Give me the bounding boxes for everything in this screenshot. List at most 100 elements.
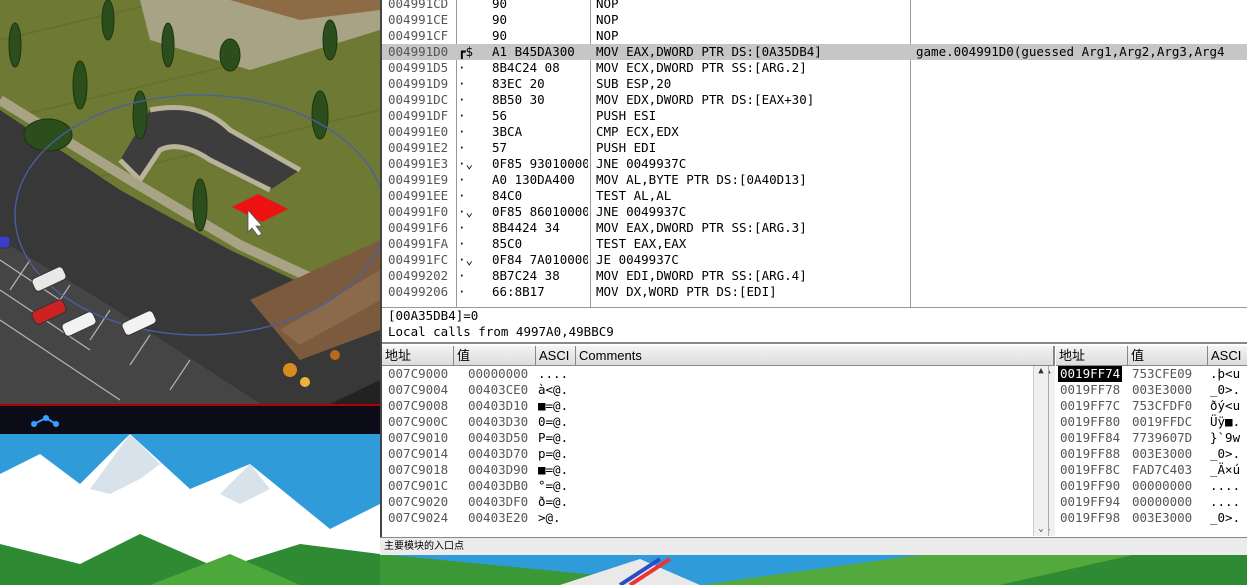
stack-address: 0019FF78 xyxy=(1060,382,1121,397)
disasm-row[interactable]: 004991CE 90 NOP xyxy=(382,12,1247,28)
disasm-hex: 90 xyxy=(492,12,508,27)
disasm-address: 00499206 xyxy=(388,284,449,299)
disasm-hex: 0F85 93010000 xyxy=(492,156,588,171)
stack-address: 0019FF84 xyxy=(1060,430,1121,445)
dump-row[interactable]: 007C901C 00403DB0 °=@. xyxy=(382,478,1054,494)
disasm-marker: · xyxy=(458,92,466,107)
stack-row[interactable]: 0019FF78 003E3000 _0>. xyxy=(1056,382,1247,398)
disasm-instruction: PUSH ESI xyxy=(596,108,657,123)
dump-row[interactable]: 007C9008 00403D10 ■=@. xyxy=(382,398,1054,414)
disasm-row[interactable]: 00499206 · 66:8B17 MOV DX,WORD PTR DS:[EDI] xyxy=(382,284,1247,300)
stack-row[interactable]: 0019FF88 003E3000 _0>. xyxy=(1056,446,1247,462)
dump-row[interactable]: 007C9020 00403DF0 ð=@. xyxy=(382,494,1054,510)
stack-row[interactable]: 0019FF8C FAD7C403 _Ä×ú xyxy=(1056,462,1247,478)
dump-header-comments[interactable]: Comments xyxy=(576,346,1054,366)
dump-ascii: >@. xyxy=(538,510,561,525)
disasm-instruction: MOV EDI,DWORD PTR SS:[ARG.4] xyxy=(596,268,807,283)
stack-ascii: _0>. xyxy=(1210,510,1241,525)
stack-address: 0019FF7C xyxy=(1060,398,1121,413)
dump-ascii: .... xyxy=(538,366,569,381)
disasm-marker: ·⌄ xyxy=(458,252,474,267)
dump-ascii: 0=@. xyxy=(538,414,569,429)
disasm-marker: · xyxy=(458,284,466,299)
stack-header-address[interactable]: 地址 xyxy=(1056,346,1128,366)
disasm-instruction: MOV AL,BYTE PTR DS:[0A40D13] xyxy=(596,172,807,187)
dump-row[interactable]: 007C9018 00403D90 ■=@. xyxy=(382,462,1054,478)
disasm-hex: 0F84 7A010000 xyxy=(492,252,588,267)
stack-row[interactable]: 0019FF80 0019FFDC Üÿ■. xyxy=(1056,414,1247,430)
stack-value: FAD7C403 xyxy=(1132,462,1193,477)
disasm-row[interactable]: 004991DC · 8B50 30 MOV EDX,DWORD PTR DS:[EA… xyxy=(382,92,1247,108)
disasm-row[interactable]: 004991E0 · 3BCA CMP ECX,EDX xyxy=(382,124,1247,140)
dump-header-ascii[interactable]: ASCI xyxy=(536,346,576,366)
disasm-row[interactable]: 004991E3 ·⌄ 0F85 93010000 JNE 0049937C xyxy=(382,156,1247,172)
disasm-hex: 66:8B17 xyxy=(492,284,545,299)
disasm-instruction: JNE 0049937C xyxy=(596,204,687,219)
dump-value: 00403E20 xyxy=(468,510,529,525)
dump-row[interactable]: 007C9004 00403CE0 à<@. xyxy=(382,382,1054,398)
disasm-marker: · xyxy=(458,268,466,283)
dump-row[interactable]: 007C9024 00403E20 >@. xyxy=(382,510,1054,526)
disasm-row[interactable]: 004991EE · 84C0 TEST AL,AL xyxy=(382,188,1247,204)
network-icon[interactable] xyxy=(26,412,66,432)
stack-row[interactable]: 0019FF74 753CFE09 .þ<u xyxy=(1056,366,1247,382)
dump-value: 00403D90 xyxy=(468,462,529,477)
dump-address: 007C9000 xyxy=(388,366,449,381)
disasm-address: 004991D9 xyxy=(388,76,449,91)
stack-row[interactable]: 0019FF7C 753CFDF0 ðý<u xyxy=(1056,398,1247,414)
disasm-row[interactable]: 004991D5 · 8B4C24 08 MOV ECX,DWORD PTR SS:[… xyxy=(382,60,1247,76)
dump-address: 007C9018 xyxy=(388,462,449,477)
disasm-comment: game.004991D0(guessed Arg1,Arg2,Arg3,Arg… xyxy=(916,44,1225,59)
disasm-row[interactable]: 004991D0 ┏$ A1 B45DA300 MOV EAX,DWORD PTR D… xyxy=(382,44,1247,60)
dump-value: 00403D70 xyxy=(468,446,529,461)
stack-row[interactable]: 0019FF90 00000000.... xyxy=(1056,478,1247,494)
disasm-row[interactable]: 004991F0 ·⌄ 0F85 86010000 JNE 0049937C xyxy=(382,204,1247,220)
disasm-marker: · xyxy=(458,140,466,155)
game-scene xyxy=(0,0,380,404)
disasm-row[interactable]: 004991CF 90 NOP xyxy=(382,28,1247,44)
disasm-instruction: JE 0049937C xyxy=(596,252,679,267)
stack-row[interactable]: 0019FF98 003E3000 _0>. xyxy=(1056,510,1247,526)
disasm-marker: · xyxy=(458,172,466,187)
stack-scroll-up-icon[interactable]: ▲ xyxy=(1034,366,1048,376)
disasm-row[interactable]: 004991CD 90 NOP xyxy=(382,0,1247,12)
dump-address: 007C9004 xyxy=(388,382,449,397)
dump-header-value[interactable]: 值 xyxy=(454,346,536,366)
disasm-row[interactable]: 004991F6 · 8B4424 34 MOV EAX,DWORD PTR SS:[… xyxy=(382,220,1247,236)
stack-row[interactable]: 0019FF84 7739607D}`9w xyxy=(1056,430,1247,446)
info-pane: [00A35DB4]=0 Local calls from 4997A0,49B… xyxy=(382,308,1247,344)
disasm-hex: 90 xyxy=(492,28,508,43)
disasm-row[interactable]: 004991E9 · A0 130DA400 MOV AL,BYTE PTR DS:[… xyxy=(382,172,1247,188)
disassembly-pane[interactable]: 004991CD 90 NOP 004991CE 90 NOP 004991CF 90 NOP 0… xyxy=(382,0,1247,308)
disasm-address: 004991FA xyxy=(388,236,449,251)
disasm-row[interactable]: 00499202 · 8B7C24 38 MOV EDI,DWORD PTR SS:[… xyxy=(382,268,1247,284)
disasm-address: 004991E2 xyxy=(388,140,449,155)
disasm-row[interactable]: 004991D9 · 83EC 20 SUB ESP,20 xyxy=(382,76,1247,92)
stack-scrollbar[interactable]: ▲ ⌄ xyxy=(1033,366,1049,536)
dump-ascii: à<@. xyxy=(538,382,569,397)
stack-ascii: _0>. xyxy=(1210,446,1241,461)
disasm-marker: · xyxy=(458,108,466,123)
stack-header-ascii[interactable]: ASCI xyxy=(1208,346,1247,366)
disasm-address: 004991E0 xyxy=(388,124,449,139)
stack-row[interactable]: 0019FF94 00000000.... xyxy=(1056,494,1247,510)
dump-row[interactable]: 007C9014 00403D70 p=@. xyxy=(382,446,1054,462)
disasm-row[interactable]: 004991FA · 85C0 TEST EAX,EAX xyxy=(382,236,1247,252)
stack-scroll-down-icon[interactable]: ⌄ xyxy=(1034,524,1048,534)
stack-header-value[interactable]: 值 xyxy=(1128,346,1208,366)
memory-dump-pane[interactable]: 地址 值 ASCI Comments 007C9000 00000000.... 0… xyxy=(382,346,1055,536)
stack-pane[interactable]: 地址 值 ASCI 0019FF74 753CFE09 .þ<u 0019FF78 00… xyxy=(1056,346,1247,536)
disasm-hex: 8B7C24 38 xyxy=(492,268,560,283)
disasm-address: 004991F0 xyxy=(388,204,449,219)
disasm-row[interactable]: 004991E2 · 57 PUSH EDI xyxy=(382,140,1247,156)
dump-header-address[interactable]: 地址 xyxy=(382,346,454,366)
dump-row[interactable]: 007C900C 00403D30 0=@. xyxy=(382,414,1054,430)
disasm-marker: ·⌄ xyxy=(458,156,474,171)
dump-value: 00403DB0 xyxy=(468,478,529,493)
disasm-row[interactable]: 004991FC ·⌄ 0F84 7A010000 JE 0049937C xyxy=(382,252,1247,268)
dump-row[interactable]: 007C9000 00000000.... xyxy=(382,366,1054,382)
dump-row[interactable]: 007C9010 00403D50 P=@. xyxy=(382,430,1054,446)
game-viewport[interactable] xyxy=(0,0,380,404)
stack-ascii: Üÿ■. xyxy=(1210,414,1241,429)
disasm-row[interactable]: 004991DF · 56 PUSH ESI xyxy=(382,108,1247,124)
